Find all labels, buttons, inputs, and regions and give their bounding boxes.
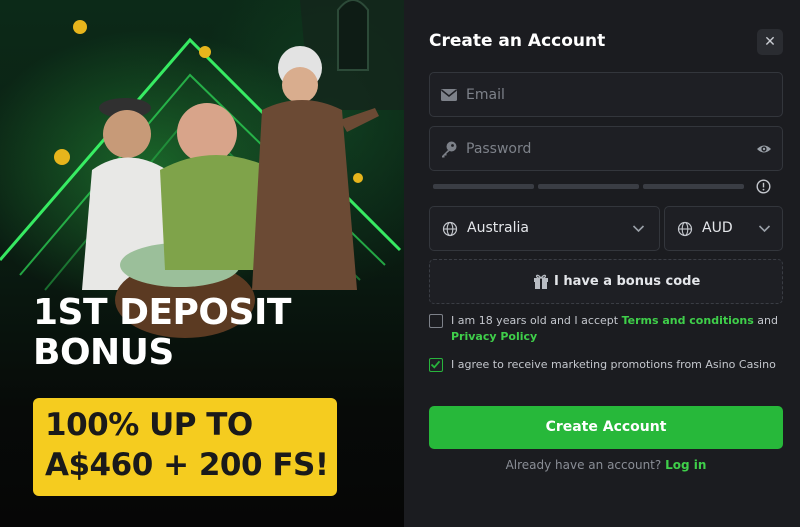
info-icon[interactable] (756, 179, 771, 194)
bonus-offer-box: 100% UP TO A$460 + 200 FS! (33, 398, 337, 496)
create-account-button[interactable]: Create Account (429, 406, 783, 449)
eye-icon[interactable] (756, 141, 772, 157)
offer-line-2: A$460 + 200 FS! (45, 447, 329, 483)
login-prompt: Already have an account? (505, 458, 662, 472)
mail-icon (441, 89, 457, 101)
headline-line-2: BONUS (33, 332, 174, 373)
checkmark-icon (430, 360, 441, 369)
close-button[interactable]: ✕ (757, 29, 783, 55)
email-input[interactable] (466, 73, 756, 116)
gift-icon (534, 274, 548, 289)
login-row: Already have an account? Log in (429, 458, 783, 472)
terms-checkbox[interactable] (429, 314, 443, 328)
form-title: Create an Account (429, 31, 606, 51)
promo-headline: 1ST DEPOSIT BONUS (33, 293, 291, 373)
chevron-down-icon (758, 225, 771, 233)
privacy-link[interactable]: Privacy Policy (451, 330, 537, 343)
globe-icon (677, 221, 693, 237)
marketing-text: I agree to receive marketing promotions … (451, 358, 776, 371)
currency-value: AUD (702, 220, 733, 236)
email-field-wrapper (429, 72, 783, 117)
offer-line-1: 100% UP TO (45, 407, 253, 443)
key-icon (442, 141, 457, 158)
chevron-down-icon (632, 225, 645, 233)
currency-select[interactable]: AUD (664, 206, 783, 251)
password-strength-bar-1 (433, 184, 534, 189)
terms-link[interactable]: Terms and conditions (622, 314, 754, 327)
signup-form: Create an Account ✕ Email Australia AUD … (404, 0, 800, 527)
password-strength-bar-2 (538, 184, 639, 189)
password-strength-bar-3 (643, 184, 744, 189)
close-icon: ✕ (764, 34, 776, 50)
bonus-code-button[interactable]: I have a bonus code (429, 259, 783, 304)
password-input[interactable] (466, 127, 756, 170)
password-field-wrapper (429, 126, 783, 171)
globe-icon (442, 221, 458, 237)
country-select[interactable]: Australia (429, 206, 660, 251)
bonus-code-label: I have a bonus code (554, 274, 701, 289)
country-value: Australia (467, 220, 529, 236)
marketing-checkbox[interactable] (429, 358, 443, 372)
terms-text: I am 18 years old and I accept Terms and… (451, 314, 779, 343)
login-link[interactable]: Log in (665, 458, 706, 472)
promo-banner: 1ST DEPOSIT BONUS 100% UP TO A$460 + 200… (0, 0, 404, 527)
headline-line-1: 1ST DEPOSIT (33, 292, 291, 333)
